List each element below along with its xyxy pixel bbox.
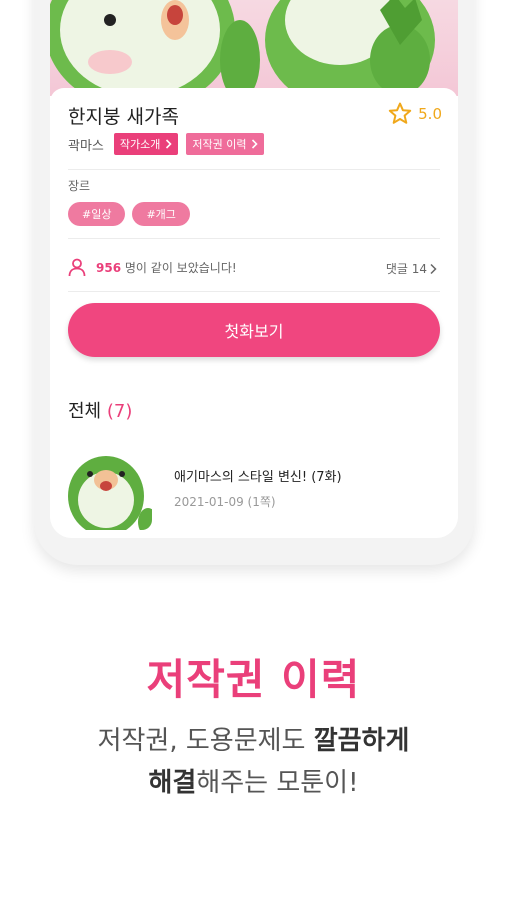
- promo-subtitle: 저작권, 도용문제도 깔끔하게 해결해주는 모툰이!: [0, 720, 507, 804]
- author-row: 곽마스 작가소개 저작권 이력: [68, 133, 265, 155]
- genre-tags: #일상 #개그: [68, 202, 190, 226]
- webtoon-info-card: 한지붕 새가족 5.0 곽마스 작가소개 저작권 이력 장르 #일상 #개그 9…: [50, 88, 458, 538]
- comments-label: 댓글 14: [385, 262, 427, 276]
- promo-line1-bold: 깔끔하게: [313, 726, 410, 756]
- episode-title: 애기마스의 스타일 변신! (7화): [174, 470, 342, 485]
- promo-line2-bold: 해결: [148, 768, 197, 798]
- promo-title: 저작권 이력: [146, 655, 361, 704]
- rating: 5.0: [388, 102, 442, 125]
- author-intro-button[interactable]: 작가소개: [113, 133, 179, 155]
- copyright-history-button[interactable]: 저작권 이력: [186, 133, 265, 155]
- viewer-text: 명이 같이 보았습니다!: [124, 261, 237, 275]
- episode-meta: 2021-01-09 (1쪽): [174, 495, 276, 509]
- chevron-right-icon: [166, 139, 173, 149]
- divider: [68, 291, 440, 292]
- viewer-count-row: 956 명이 같이 보았습니다!: [68, 258, 237, 277]
- divider: [68, 169, 440, 170]
- genre-tag[interactable]: #개그: [132, 202, 190, 226]
- rating-value: 5.0: [418, 104, 442, 123]
- phone-screen: 한지붕 새가족 5.0 곽마스 작가소개 저작권 이력 장르 #일상 #개그 9…: [50, 0, 458, 538]
- episode-count: (7): [106, 401, 133, 422]
- chevron-right-icon: [430, 263, 437, 274]
- viewer-count: 956: [96, 261, 122, 275]
- episode-thumbnail: [66, 450, 152, 530]
- cover-illustration: [50, 0, 458, 96]
- comments-link[interactable]: 댓글 14: [386, 260, 438, 277]
- episode-list-header: 전체 (7): [68, 397, 132, 423]
- episode-item[interactable]: 애기마스의 스타일 변신! (7화) 2021-01-09 (1쪽): [66, 450, 342, 530]
- webtoon-title: 한지붕 새가족: [68, 106, 179, 128]
- user-icon: [68, 258, 86, 277]
- divider: [68, 238, 440, 239]
- genre-tag[interactable]: #일상: [68, 202, 126, 226]
- genre-label: 장르: [68, 179, 91, 193]
- first-episode-button[interactable]: 첫화보기: [68, 303, 440, 357]
- promo-line2: 해주는 모툰이!: [196, 768, 359, 798]
- all-label: 전체: [68, 401, 102, 422]
- star-icon: [388, 102, 412, 124]
- author-name: 곽마스: [68, 138, 104, 154]
- chevron-right-icon: [252, 139, 259, 149]
- promo-line1: 저작권, 도용문제도: [97, 726, 314, 756]
- copyright-history-label: 저작권 이력: [192, 138, 247, 151]
- author-intro-label: 작가소개: [119, 138, 161, 151]
